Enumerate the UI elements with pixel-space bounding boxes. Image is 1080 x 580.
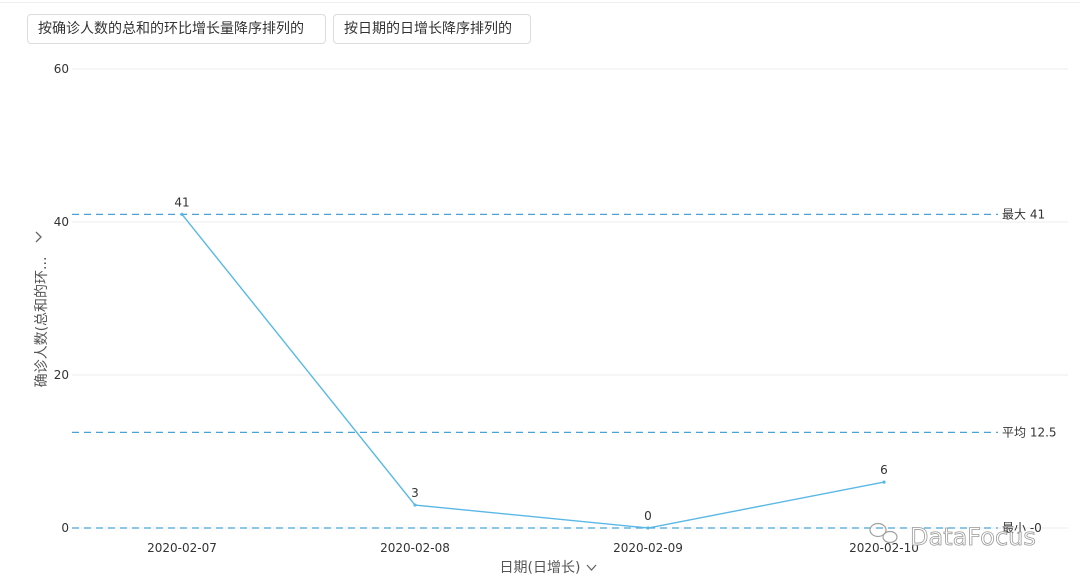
y-tick-label: 20 [54,368,69,382]
reference-line-label: 平均 12.5 [1002,425,1057,439]
series-layer [180,212,886,530]
y-tick-label: 0 [61,521,69,535]
data-point[interactable] [413,503,417,507]
y-tick-label: 40 [54,215,69,229]
reference-line-label: 最大 41 [1002,207,1045,221]
x-tick-label: 2020-02-09 [613,541,683,555]
data-label: 3 [411,486,419,500]
watermark-text: DataFocus [910,523,1036,551]
data-label: 0 [644,509,652,523]
x-axis-ticks: 2020-02-07 2020-02-08 2020-02-09 2020-02-10 [147,541,919,555]
gridlines [72,68,1068,529]
wechat-icon [869,522,898,544]
x-axis-toggle-icon[interactable] [586,564,597,571]
x-tick-label: 2020-02-07 [147,541,217,555]
y-axis-ticks: 0 20 40 60 [54,62,69,535]
series-line [181,213,885,529]
data-label: 41 [174,195,189,209]
y-axis-toggle-icon[interactable] [35,231,42,243]
data-point[interactable] [646,526,650,530]
y-tick-label: 60 [54,62,69,76]
x-tick-label: 2020-02-10 [849,541,919,555]
line-chart: 最大 41平均 12.5最小 -0 0204060 2020-02-07 2020… [34,62,1068,576]
reference-lines: 最大 41平均 12.5最小 -0 [72,207,1057,535]
data-point[interactable] [882,480,886,484]
data-labels: 41 3 0 6 [174,195,887,523]
x-axis-title: 日期(日增长) [500,560,581,576]
x-tick-label: 2020-02-08 [380,541,450,555]
data-point[interactable] [180,212,184,216]
y-axis-title: 确诊人数(总和的环... [34,257,50,388]
data-label: 6 [880,463,888,477]
